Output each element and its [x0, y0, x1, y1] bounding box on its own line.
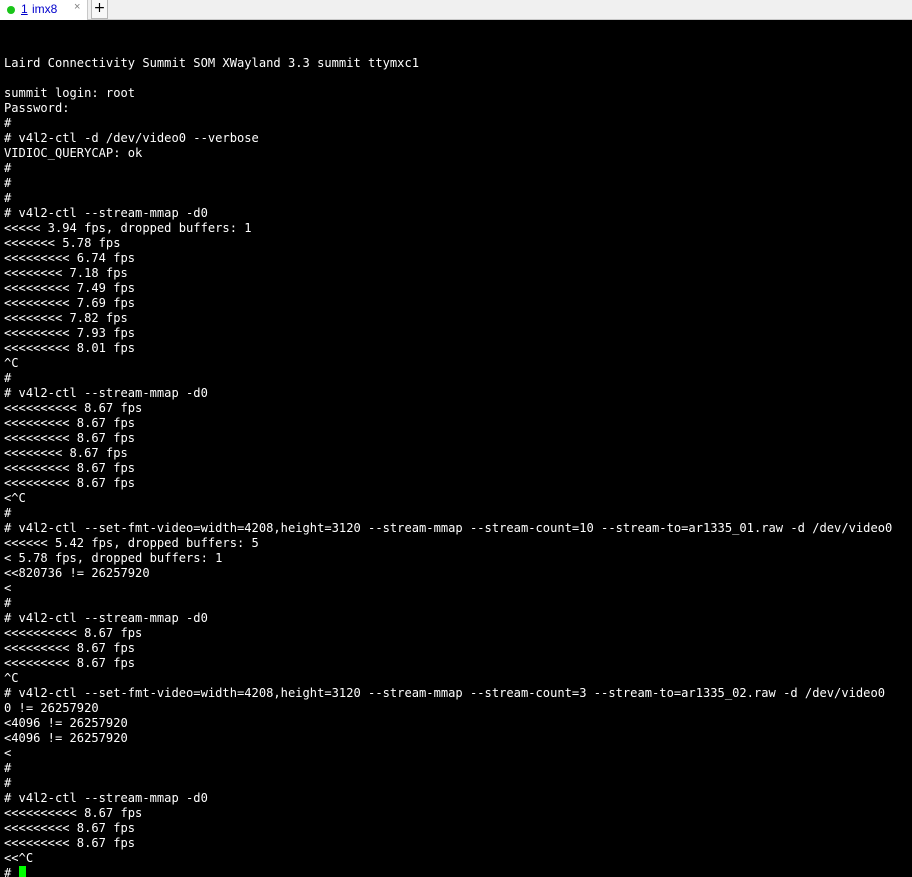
terminal-line: <<<<<<<<< 8.67 fps	[4, 656, 136, 670]
terminal-line: # v4l2-ctl --set-fmt-video=width=4208,he…	[4, 521, 893, 535]
terminal-line: #	[4, 191, 12, 205]
terminal-line: <	[4, 581, 12, 595]
terminal-line: 0 != 26257920	[4, 701, 99, 715]
new-tab-button[interactable]: +	[91, 0, 108, 19]
terminal-line: Password:	[4, 101, 70, 115]
connection-status-icon	[7, 6, 15, 14]
terminal-line: <<<<<<<<< 8.67 fps	[4, 836, 136, 850]
terminal-line: # v4l2-ctl -d /dev/video0 --verbose	[4, 131, 259, 145]
terminal-prompt: #	[4, 866, 19, 877]
terminal-line: <4096 != 26257920	[4, 731, 128, 745]
terminal-cursor	[18, 866, 26, 877]
terminal-line: #	[4, 761, 12, 775]
terminal-line: <<<<<<<<< 8.67 fps	[4, 641, 136, 655]
terminal-line: VIDIOC_QUERYCAP: ok	[4, 146, 143, 160]
terminal-line: ^C	[4, 671, 19, 685]
terminal-line: <<<<<<<<< 7.69 fps	[4, 296, 136, 310]
close-tab-icon[interactable]: ×	[74, 1, 80, 13]
terminal-line: <<<<<<<< 7.82 fps	[4, 311, 128, 325]
terminal-line: <<<<<<< 5.78 fps	[4, 236, 121, 250]
terminal-line: <<<<<<<<< 8.01 fps	[4, 341, 136, 355]
terminal-line: <<<<<<<<< 8.67 fps	[4, 461, 136, 475]
terminal-line: <<<<<<<<<< 8.67 fps	[4, 401, 143, 415]
terminal-line: <^C	[4, 491, 26, 505]
tab-imx8[interactable]: 1 imx8 ×	[0, 0, 88, 20]
terminal-line: <<820736 != 26257920	[4, 566, 150, 580]
terminal-line: <	[4, 746, 12, 760]
terminal-line: #	[4, 116, 12, 130]
terminal-line: <<<<<< 5.42 fps, dropped buffers: 5	[4, 536, 259, 550]
terminal-line: #	[4, 176, 12, 190]
terminal-line: <4096 != 26257920	[4, 716, 128, 730]
terminal-line: #	[4, 506, 12, 520]
terminal-line: #	[4, 161, 12, 175]
terminal-prompt-line[interactable]: #	[4, 866, 910, 877]
terminal-line: <<<<<<<<< 8.67 fps	[4, 431, 136, 445]
terminal-line: < 5.78 fps, dropped buffers: 1	[4, 551, 223, 565]
terminal-line: <<<<<<<<< 7.93 fps	[4, 326, 136, 340]
terminal-line: #	[4, 596, 12, 610]
tab-number: 1	[21, 2, 28, 16]
terminal-output[interactable]: Laird Connectivity Summit SOM XWayland 3…	[4, 41, 910, 877]
terminal-line: <<<<<<<<<< 8.67 fps	[4, 806, 143, 820]
terminal-line: #	[4, 371, 12, 385]
terminal-line: <<<<< 3.94 fps, dropped buffers: 1	[4, 221, 252, 235]
terminal-line: # v4l2-ctl --stream-mmap -d0	[4, 611, 208, 625]
terminal-line: <<<<<<<<< 8.67 fps	[4, 416, 136, 430]
terminal-line: Laird Connectivity Summit SOM XWayland 3…	[4, 56, 420, 70]
tab-bar: 1 imx8 × +	[0, 0, 912, 20]
terminal-line: # v4l2-ctl --stream-mmap -d0	[4, 386, 208, 400]
terminal-line: # v4l2-ctl --stream-mmap -d0	[4, 206, 208, 220]
terminal-line: summit login: root	[4, 86, 136, 100]
terminal-line: ^C	[4, 356, 19, 370]
terminal-line: <<<<<<<<< 7.49 fps	[4, 281, 136, 295]
terminal-line: # v4l2-ctl --stream-mmap -d0	[4, 791, 208, 805]
terminal-line: <<<<<<<<<< 8.67 fps	[4, 626, 143, 640]
terminal-line: <<<<<<<<< 6.74 fps	[4, 251, 136, 265]
terminal-line: <<<<<<<<< 8.67 fps	[4, 476, 136, 490]
terminal-line: #	[4, 776, 12, 790]
terminal-line: <<^C	[4, 851, 34, 865]
terminal-line: <<<<<<<<< 8.67 fps	[4, 821, 136, 835]
terminal-line: # v4l2-ctl --set-fmt-video=width=4208,he…	[4, 686, 886, 700]
terminal-window: 1 imx8 × + Laird Connectivity Summit SOM…	[0, 0, 912, 877]
terminal-line: <<<<<<<< 8.67 fps	[4, 446, 128, 460]
tab-label: imx8	[32, 2, 58, 16]
terminal-line: <<<<<<<< 7.18 fps	[4, 266, 128, 280]
